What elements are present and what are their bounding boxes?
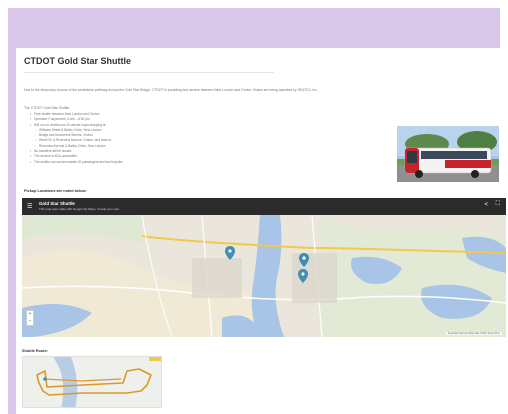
intro-paragraph: Due to the temporary closure of the pede… [24, 88, 318, 92]
shuttle-details-list: Free shuttle between New London and Grot… [30, 112, 123, 165]
title-divider [24, 72, 274, 73]
map-subtitle[interactable]: This map was made with Google My Maps. C… [39, 207, 120, 211]
share-icon[interactable]: < [484, 202, 488, 208]
zoom-in-button[interactable]: + [27, 311, 33, 318]
map-attribution[interactable]: Keyboard shortcuts Map data ©2023 Terms … [445, 332, 502, 335]
map-header-bar: ☰ Gold Star Shuttle This map was made wi… [22, 198, 506, 215]
menu-icon[interactable]: ☰ [27, 203, 32, 210]
shuttle-route-heading: Shuttle Route: [22, 349, 48, 353]
shuttle-bus-photo [397, 126, 499, 182]
bus-illustration [397, 126, 499, 182]
detail-list-item: The shuttle can accommodate 20 passenger… [30, 160, 123, 166]
zoom-out-button[interactable]: − [27, 318, 33, 325]
page-title: CTDOT Gold Star Shuttle [24, 56, 131, 66]
map-title: Gold Star Shuttle [39, 201, 75, 206]
fullscreen-icon[interactable]: ⛶ [496, 201, 500, 208]
shuttle-route-map [22, 356, 162, 408]
map-canvas[interactable] [22, 198, 506, 337]
embedded-map[interactable]: ☰ Gold Star Shuttle This map was made wi… [22, 198, 506, 337]
pickup-locations-heading: Pickup Locations are noted below: [24, 189, 87, 193]
page-content: CTDOT Gold Star Shuttle Due to the tempo… [16, 48, 508, 414]
route-map-graphic [23, 357, 161, 407]
map-zoom-control: + − [26, 310, 34, 326]
shuttle-lead-text: The CTDOT Gold Star Shuttle: [24, 106, 71, 110]
